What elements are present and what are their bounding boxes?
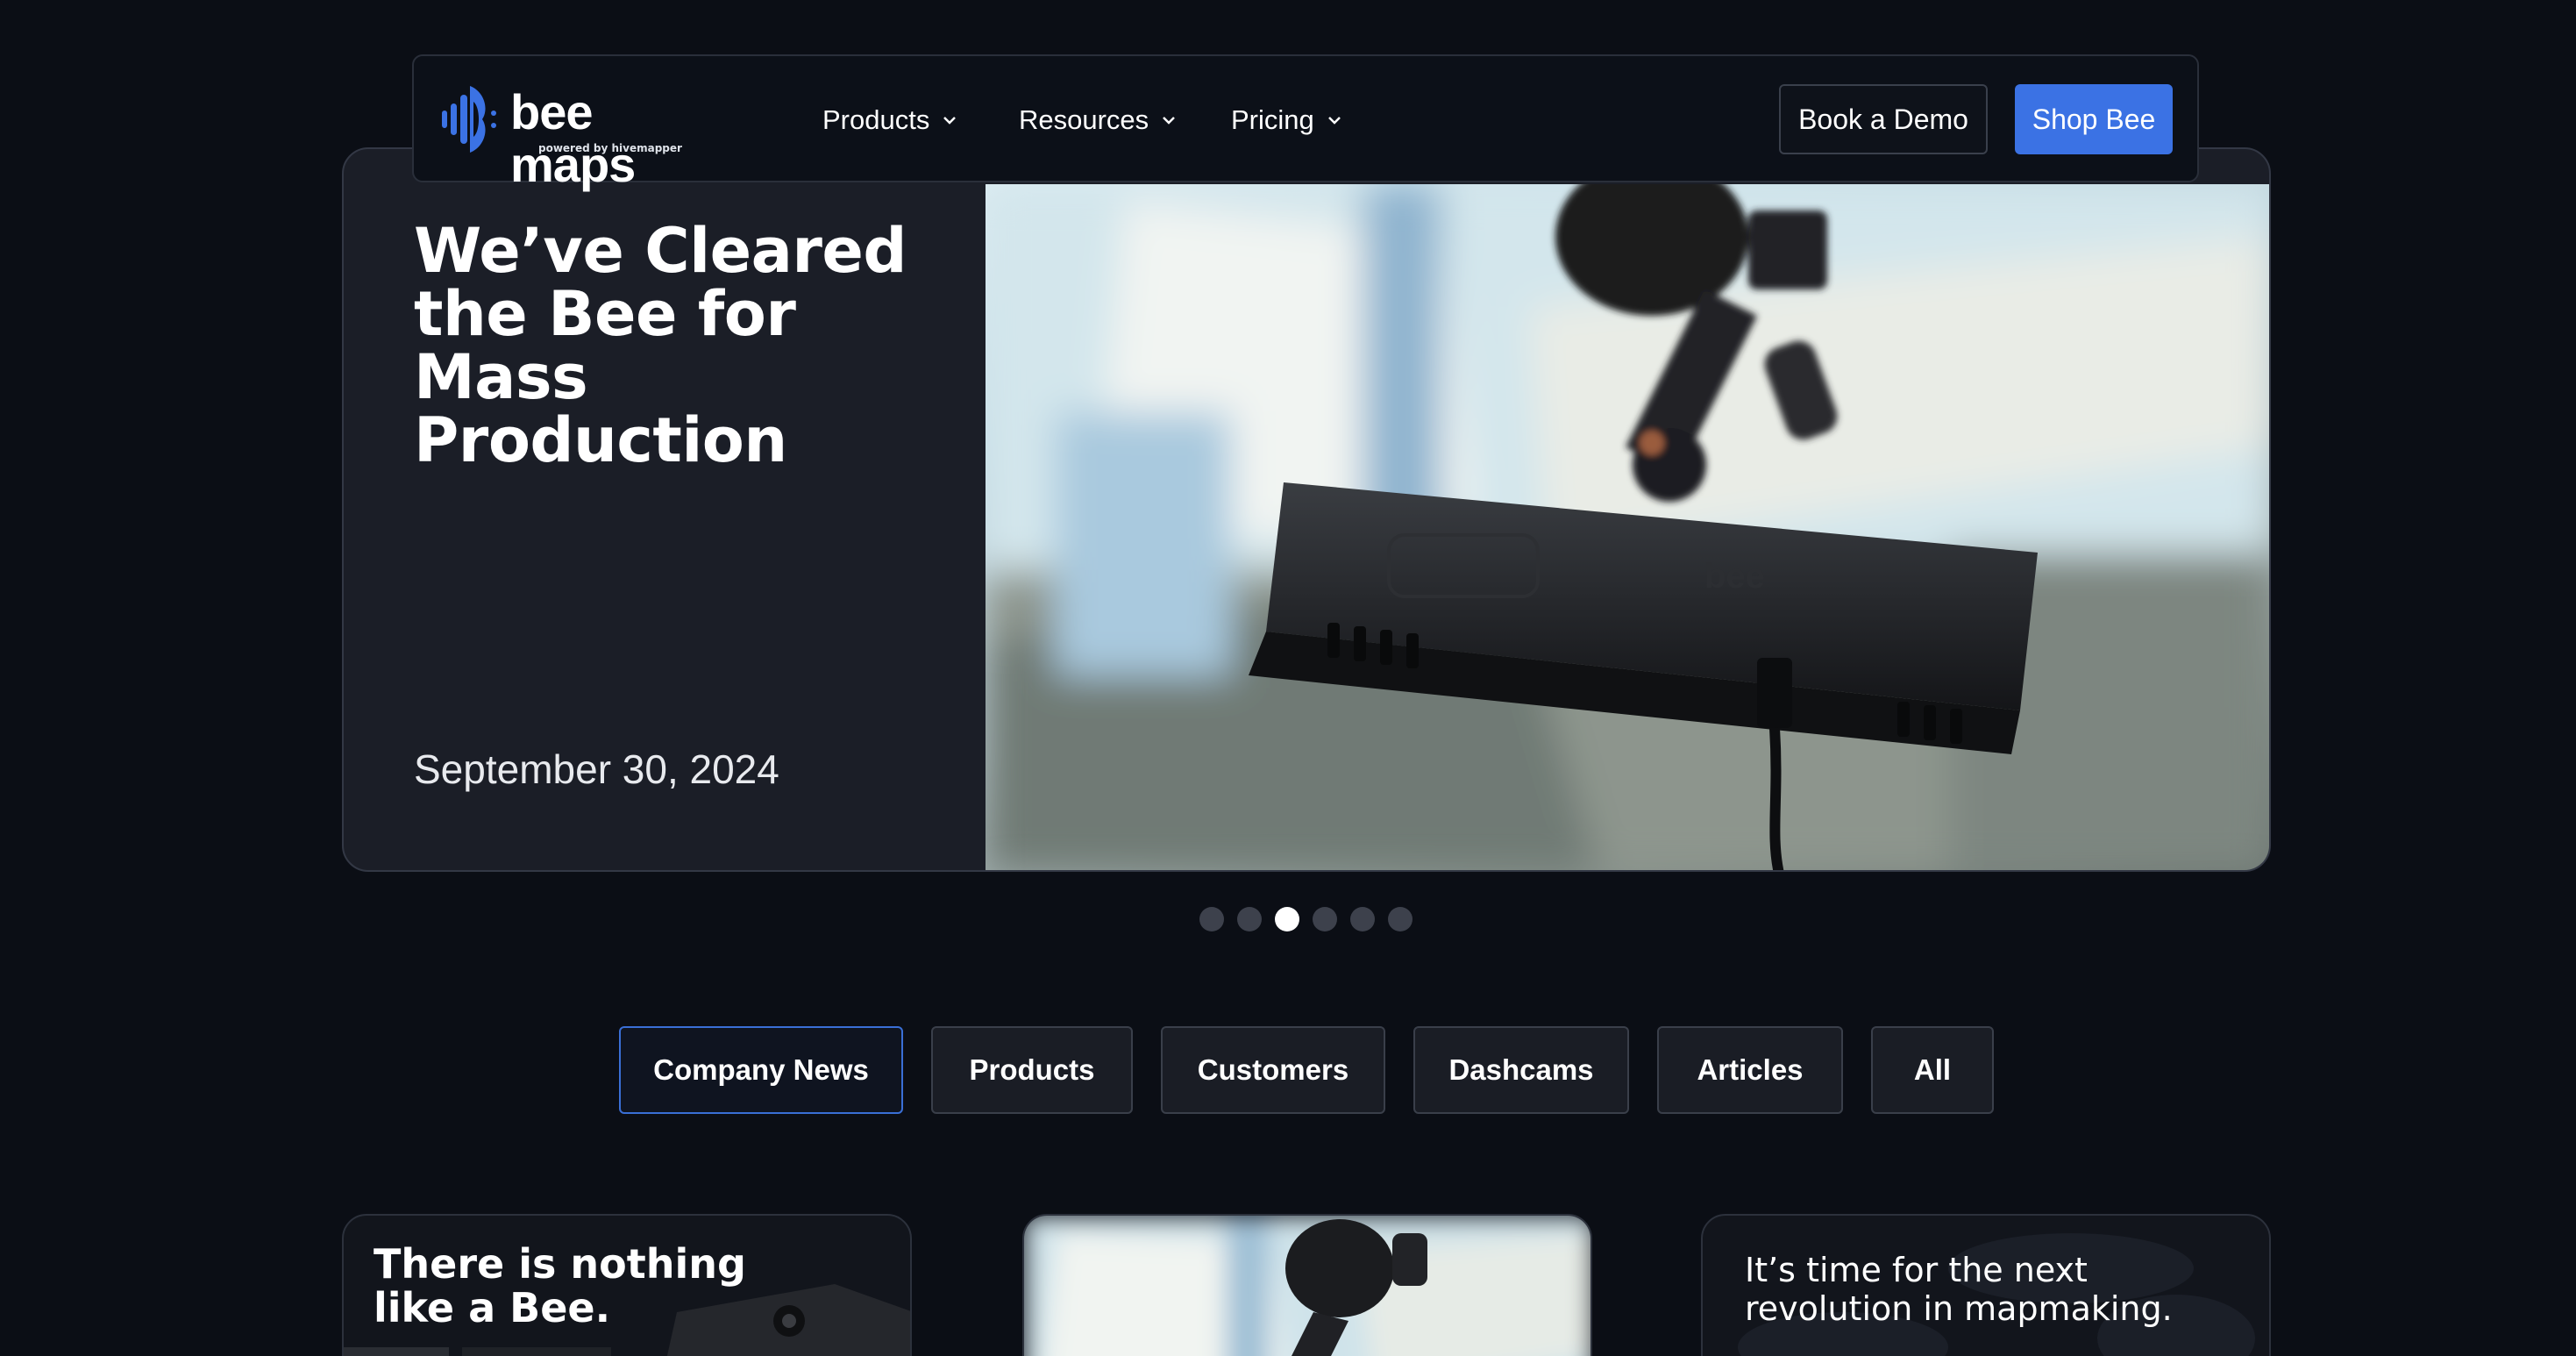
brand-tagline: powered by hivemapper xyxy=(538,142,682,154)
chevron-down-icon xyxy=(943,117,957,125)
card-dashcam-image xyxy=(1024,1216,1590,1356)
carousel-dots xyxy=(1199,907,1413,931)
filter-dashcams[interactable]: Dashcams xyxy=(1413,1026,1629,1114)
page: bee maps powered by hivemapper Products … xyxy=(0,0,2576,1356)
chevron-down-icon xyxy=(1327,117,1341,125)
bee-waveform-icon xyxy=(442,86,496,153)
chevron-down-icon xyxy=(1163,117,1176,125)
filter-all[interactable]: All xyxy=(1871,1026,1994,1114)
top-navbar: bee maps powered by hivemapper Products … xyxy=(412,54,2199,191)
carousel-dot[interactable] xyxy=(1388,907,1413,931)
nav-resources-label: Resources xyxy=(1019,104,1149,135)
article-card[interactable]: There is nothing like a Bee. xyxy=(342,1214,912,1356)
nav-products[interactable]: Products xyxy=(822,98,957,142)
brand-name: bee maps xyxy=(510,84,636,192)
shop-bee-button[interactable]: Shop Bee xyxy=(2015,84,2173,154)
filter-articles[interactable]: Articles xyxy=(1657,1026,1843,1114)
hero-date: September 30, 2024 xyxy=(414,746,779,792)
article-card[interactable]: It’s time for the next revolution in map… xyxy=(1701,1214,2271,1356)
filter-company-news[interactable]: Company News xyxy=(619,1026,903,1114)
book-demo-button[interactable]: Book a Demo xyxy=(1779,84,1988,154)
hero-title: We’ve Cleared the Bee for Mass Productio… xyxy=(414,215,907,476)
carousel-dot[interactable] xyxy=(1313,907,1337,931)
svg-text:bee: bee xyxy=(1704,557,1765,596)
card-title: There is nothing like a Bee. xyxy=(374,1240,746,1331)
carousel-dot-active[interactable] xyxy=(1275,907,1299,931)
carousel-dot[interactable] xyxy=(1237,907,1262,931)
nav-products-label: Products xyxy=(822,104,930,135)
hero-image: bee xyxy=(986,184,2269,870)
nav-pricing[interactable]: Pricing xyxy=(1231,98,1342,142)
carousel-dot[interactable] xyxy=(1350,907,1375,931)
hero-slide[interactable]: We’ve Cleared the Bee for Mass Productio… xyxy=(342,147,2271,872)
filter-products[interactable]: Products xyxy=(931,1026,1133,1114)
brand-logo[interactable]: bee maps powered by hivemapper xyxy=(440,82,729,191)
carousel-dot[interactable] xyxy=(1199,907,1224,931)
article-card[interactable] xyxy=(1022,1214,1592,1356)
nav-resources[interactable]: Resources xyxy=(1019,98,1177,142)
nav-pricing-label: Pricing xyxy=(1231,104,1314,135)
card-title: It’s time for the next revolution in map… xyxy=(1745,1251,2173,1328)
dashcam-photo: bee xyxy=(986,184,2269,870)
filter-customers[interactable]: Customers xyxy=(1161,1026,1385,1114)
